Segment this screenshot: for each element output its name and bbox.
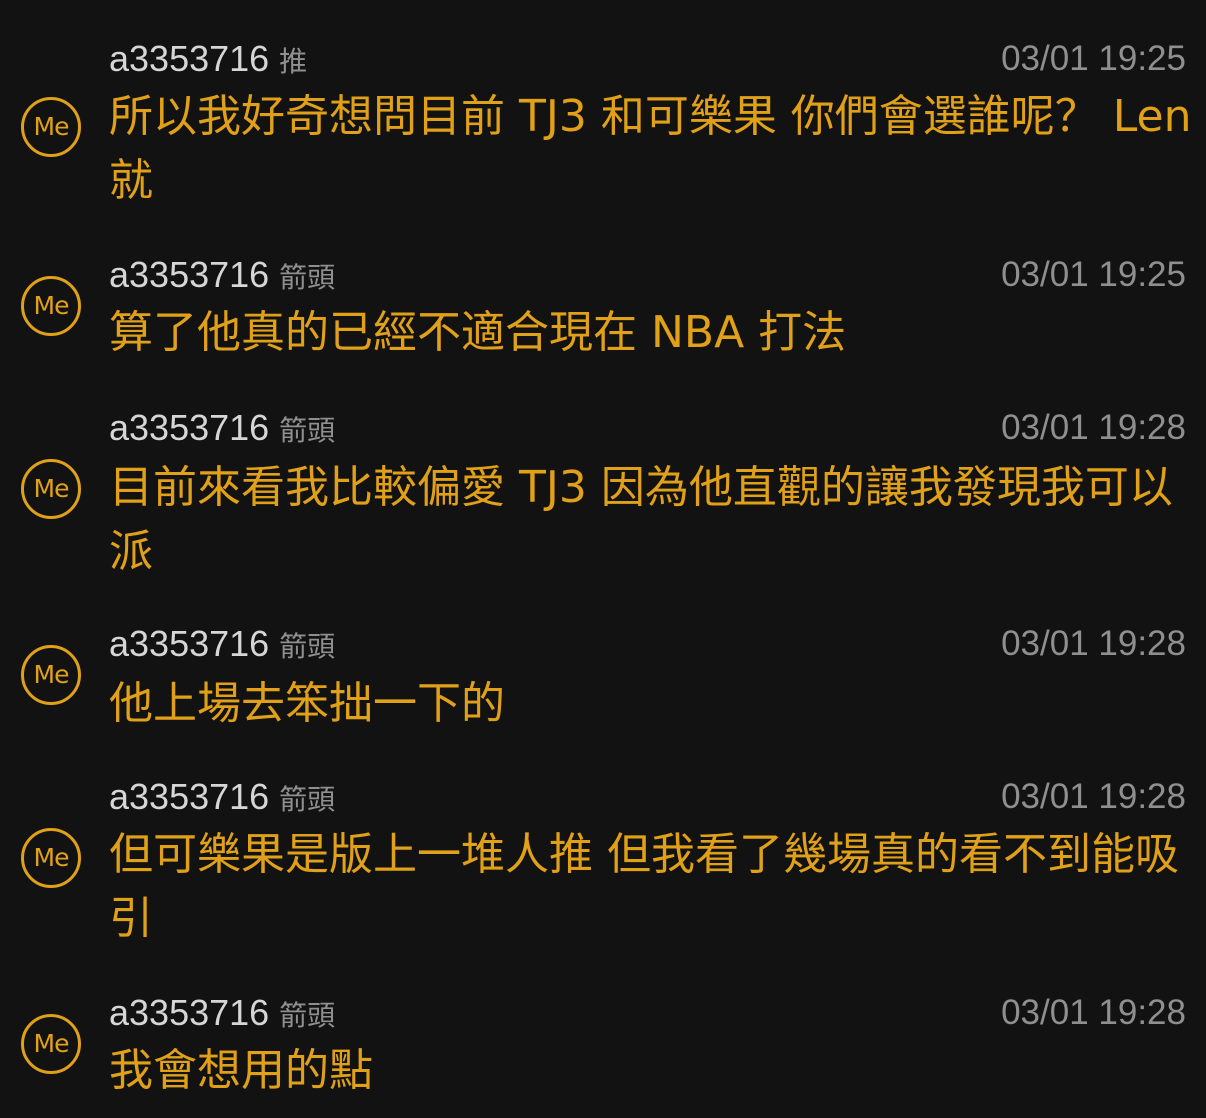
comment-meta: a3353716 箭頭 bbox=[109, 406, 335, 450]
comment-tag: 箭頭 bbox=[279, 414, 336, 447]
avatar-icon[interactable]: Me bbox=[21, 276, 81, 336]
comment-meta: a3353716 箭頭 bbox=[109, 991, 335, 1035]
username[interactable]: a3353716 bbox=[109, 38, 269, 79]
comment-meta: a3353716 箭頭 bbox=[109, 775, 335, 819]
comment-time: 03/01 19:28 bbox=[1001, 624, 1186, 663]
avatar-icon[interactable]: Me bbox=[21, 828, 81, 888]
avatar-icon[interactable]: Me bbox=[21, 459, 81, 519]
comment-tag: 箭頭 bbox=[279, 630, 336, 663]
comment-time: 03/01 19:25 bbox=[1001, 39, 1186, 78]
comment-text: 所以我好奇想問目前 TJ3 和可樂果 你們會選誰呢？ Len就 bbox=[109, 91, 1192, 206]
comment-time: 03/01 19:28 bbox=[1001, 777, 1186, 816]
comment-text: 算了他真的已經不適合現在 NBA 打法 bbox=[109, 307, 847, 358]
comment-time: 03/01 19:28 bbox=[1001, 408, 1186, 447]
username[interactable]: a3353716 bbox=[109, 254, 269, 295]
comment-tag: 推 bbox=[279, 45, 308, 78]
comment-text: 我會想用的點 bbox=[109, 1045, 373, 1096]
comment-time: 03/01 19:28 bbox=[1001, 993, 1186, 1032]
comment-time: 03/01 19:25 bbox=[1001, 255, 1186, 294]
avatar-icon[interactable]: Me bbox=[21, 97, 81, 157]
comment-tag: 箭頭 bbox=[279, 783, 336, 816]
comment-meta: a3353716 箭頭 bbox=[109, 253, 335, 297]
comment-meta: a3353716 推 bbox=[109, 37, 307, 81]
avatar-icon[interactable]: Me bbox=[21, 645, 81, 705]
avatar-icon[interactable]: Me bbox=[21, 1014, 81, 1074]
username[interactable]: a3353716 bbox=[109, 776, 269, 817]
username[interactable]: a3353716 bbox=[109, 992, 269, 1033]
comment-tag: 箭頭 bbox=[279, 999, 336, 1032]
comment-tag: 箭頭 bbox=[279, 261, 336, 294]
username[interactable]: a3353716 bbox=[109, 623, 269, 664]
username[interactable]: a3353716 bbox=[109, 407, 269, 448]
comment-text: 他上場去笨拙一下的 bbox=[109, 678, 505, 729]
comment-text: 目前來看我比較偏愛 TJ3 因為他直觀的讓我發現我可以派 bbox=[109, 462, 1173, 577]
comment-text: 但可樂果是版上一堆人推 但我看了幾場真的看不到能吸引 bbox=[109, 829, 1179, 944]
comment-meta: a3353716 箭頭 bbox=[109, 622, 335, 666]
